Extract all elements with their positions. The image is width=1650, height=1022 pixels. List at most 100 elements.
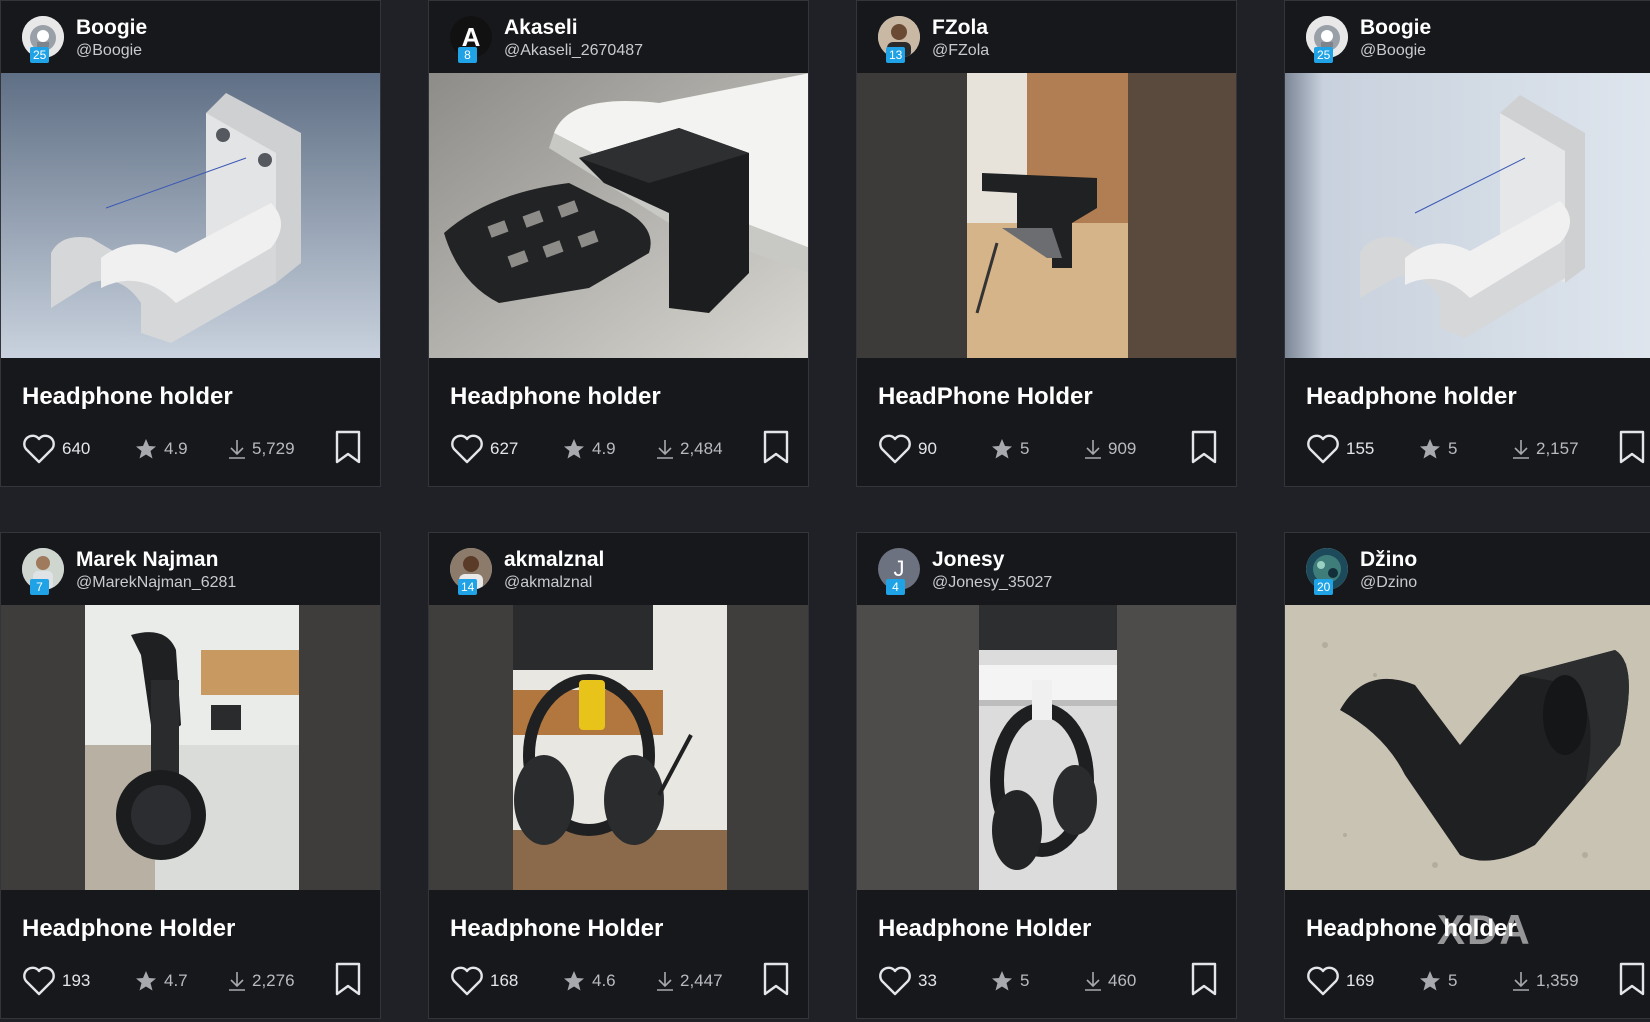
downloads: 2,276 (228, 961, 295, 1001)
model-thumbnail[interactable] (1, 73, 380, 358)
like-button[interactable]: 155 (1306, 429, 1374, 469)
model-card[interactable]: 13 FZola @FZola HeadPhone Holder 90 5 90… (856, 0, 1237, 487)
bookmark-icon[interactable] (335, 430, 361, 464)
like-count: 168 (490, 971, 519, 990)
model-title[interactable]: Headphone Holder (878, 915, 1091, 943)
heart-icon (879, 966, 911, 996)
download-icon (657, 972, 673, 991)
level-badge: 8 (458, 47, 477, 63)
model-title[interactable]: Headphone holder (450, 383, 661, 411)
model-card[interactable]: J 4 Jonesy @Jonesy_35027 Headphone Holde… (856, 532, 1237, 1019)
download-count: 1,359 (1536, 971, 1579, 990)
stats-bar: 33 5 460 (878, 961, 1218, 1001)
level-badge: 7 (30, 579, 49, 595)
model-title[interactable]: Headphone Holder (22, 915, 235, 943)
model-title[interactable]: Headphone Holder (450, 915, 663, 943)
like-button[interactable]: 193 (22, 961, 90, 1001)
user-handle[interactable]: @FZola (932, 42, 989, 60)
model-thumbnail[interactable] (1285, 605, 1650, 890)
star-icon (1420, 971, 1440, 991)
bookmark-icon[interactable] (1191, 962, 1217, 996)
like-count: 90 (918, 439, 937, 458)
like-button[interactable]: 627 (450, 429, 518, 469)
bookmark-icon[interactable] (1191, 430, 1217, 464)
model-thumbnail[interactable] (429, 73, 808, 358)
downloads: 909 (1084, 429, 1136, 469)
download-count: 5,729 (252, 439, 295, 458)
xda-watermark: XDA (1437, 906, 1532, 953)
rating: 4.9 (562, 429, 616, 469)
user-handle[interactable]: @Dzino (1360, 574, 1417, 592)
bookmark-icon[interactable] (1619, 430, 1645, 464)
model-thumbnail[interactable] (1285, 73, 1650, 358)
user-name[interactable]: akmalznal (504, 548, 604, 572)
bookmark-icon[interactable] (1619, 962, 1645, 996)
card-header: 14 akmalznal @akmalznal (429, 533, 808, 605)
stats-bar: 168 4.6 2,447 (450, 961, 790, 1001)
like-count: 627 (490, 439, 519, 458)
model-card[interactable]: 25 Boogie @Boogie Headphone holder 640 4… (0, 0, 381, 487)
model-title[interactable]: Headphone holder (22, 383, 233, 411)
user-name[interactable]: Džino (1360, 548, 1417, 572)
level-badge: 14 (458, 579, 478, 595)
stats-bar: 169 5 1,359 (1306, 961, 1646, 1001)
heart-icon (23, 434, 55, 464)
user-name[interactable]: Boogie (76, 16, 147, 40)
card-header: 25 Boogie @Boogie (1285, 1, 1650, 73)
download-icon (229, 972, 245, 991)
user-name[interactable]: Jonesy (932, 548, 1004, 572)
user-handle[interactable]: @akmalznal (504, 574, 592, 592)
heart-icon (1307, 966, 1339, 996)
downloads: 2,484 (656, 429, 723, 469)
model-card[interactable]: 25 Boogie @Boogie Headphone holder 155 5… (1284, 0, 1650, 487)
download-icon (1513, 972, 1529, 991)
model-card[interactable]: 14 akmalznal @akmalznal Headphone Holder… (428, 532, 809, 1019)
download-icon (657, 440, 673, 459)
card-header: 20 Džino @Dzino (1285, 533, 1650, 605)
user-handle[interactable]: @Boogie (76, 42, 142, 60)
heart-icon (879, 434, 911, 464)
rating: 4.6 (562, 961, 616, 1001)
model-thumbnail[interactable] (429, 605, 808, 890)
user-name[interactable]: Boogie (1360, 16, 1431, 40)
downloads: 460 (1084, 961, 1136, 1001)
model-title[interactable]: Headphone holder (1306, 383, 1517, 411)
model-thumbnail[interactable] (857, 605, 1236, 890)
like-button[interactable]: 90 (878, 429, 937, 469)
model-title[interactable]: HeadPhone Holder (878, 383, 1093, 411)
like-button[interactable]: 168 (450, 961, 518, 1001)
rating-value: 5 (1020, 971, 1030, 990)
user-name[interactable]: FZola (932, 16, 988, 40)
level-badge: 20 (1314, 579, 1334, 595)
user-handle[interactable]: @Boogie (1360, 42, 1426, 60)
rating: 5 (990, 961, 1029, 1001)
download-icon (1513, 440, 1529, 459)
downloads: 2,447 (656, 961, 723, 1001)
model-card[interactable]: 7 Marek Najman @MarekNajman_6281 Headpho… (0, 532, 381, 1019)
rating-value: 4.6 (592, 971, 616, 990)
model-card[interactable]: A 8 Akaseli @Akaseli_2670487 Headphone h… (428, 0, 809, 487)
rating: 5 (1418, 429, 1457, 469)
model-thumbnail[interactable] (1, 605, 380, 890)
user-name[interactable]: Marek Najman (76, 548, 218, 572)
download-icon (1085, 440, 1101, 459)
rating-value: 4.9 (164, 439, 188, 458)
model-thumbnail[interactable] (857, 73, 1236, 358)
user-handle[interactable]: @Akaseli_2670487 (504, 42, 643, 60)
like-button[interactable]: 640 (22, 429, 90, 469)
user-name[interactable]: Akaseli (504, 16, 578, 40)
like-button[interactable]: 33 (878, 961, 937, 1001)
like-count: 33 (918, 971, 937, 990)
bookmark-icon[interactable] (763, 962, 789, 996)
bookmark-icon[interactable] (335, 962, 361, 996)
bookmark-icon[interactable] (763, 430, 789, 464)
star-icon (992, 971, 1012, 991)
user-handle[interactable]: @MarekNajman_6281 (76, 574, 236, 592)
star-icon (992, 439, 1012, 459)
rating: 4.7 (134, 961, 188, 1001)
download-icon (1085, 972, 1101, 991)
card-header: J 4 Jonesy @Jonesy_35027 (857, 533, 1236, 605)
like-count: 155 (1346, 439, 1375, 458)
like-button[interactable]: 169 (1306, 961, 1374, 1001)
user-handle[interactable]: @Jonesy_35027 (932, 574, 1052, 592)
